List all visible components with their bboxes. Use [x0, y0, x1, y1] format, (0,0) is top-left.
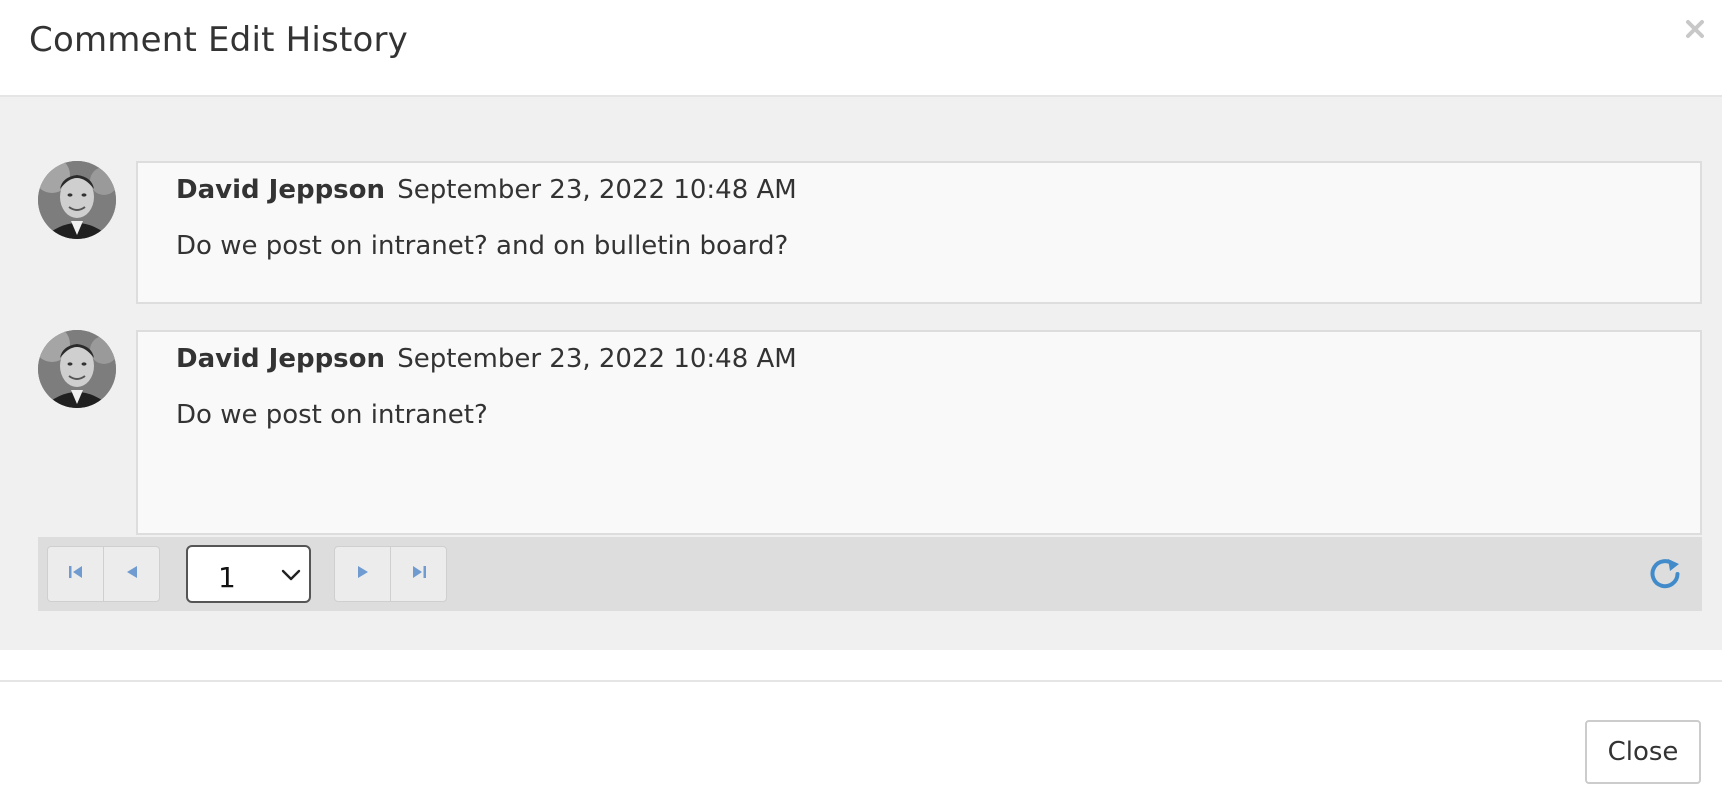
comment-meta: David Jeppson September 23, 2022 10:48 A… [176, 344, 797, 374]
user-avatar [38, 161, 116, 239]
last-page-icon [410, 563, 428, 585]
refresh-icon[interactable] [1646, 555, 1684, 593]
close-button[interactable]: Close [1585, 720, 1701, 784]
comment-timestamp: September 23, 2022 10:48 AM [397, 175, 797, 205]
comment-text: Do we post on intranet? and on bulletin … [176, 231, 789, 261]
comment-box: David Jeppson September 23, 2022 10:48 A… [136, 330, 1702, 535]
user-avatar [38, 330, 116, 408]
dialog-footer: Close [0, 680, 1722, 800]
previous-page-icon [123, 563, 141, 585]
comment-meta: David Jeppson September 23, 2022 10:48 A… [176, 175, 797, 205]
comment-item: David Jeppson September 23, 2022 10:48 A… [38, 330, 1702, 535]
comment-text: Do we post on intranet? [176, 400, 488, 430]
previous-page-button[interactable] [103, 546, 160, 602]
comment-edit-history-dialog: Comment Edit History David Jeppson Septe… [0, 0, 1722, 800]
dialog-header: Comment Edit History [0, 0, 1722, 97]
dialog-title: Comment Edit History [29, 20, 408, 60]
first-page-icon [67, 563, 85, 585]
comment-box: David Jeppson September 23, 2022 10:48 A… [136, 161, 1702, 304]
next-page-button[interactable] [334, 546, 391, 602]
page-select[interactable]: 1 [186, 545, 311, 603]
comment-item: David Jeppson September 23, 2022 10:48 A… [38, 161, 1702, 304]
chevron-down-icon [281, 567, 301, 586]
pager-toolbar: 1 [38, 537, 1702, 611]
page-select-value: 1 [218, 561, 236, 594]
next-page-icon [354, 563, 372, 585]
comment-author: David Jeppson [176, 344, 386, 374]
comment-timestamp: September 23, 2022 10:48 AM [397, 344, 797, 374]
last-page-button[interactable] [390, 546, 447, 602]
comment-author: David Jeppson [176, 175, 386, 205]
close-icon[interactable] [1682, 16, 1708, 42]
first-page-button[interactable] [47, 546, 104, 602]
dialog-body: David Jeppson September 23, 2022 10:48 A… [0, 97, 1722, 650]
